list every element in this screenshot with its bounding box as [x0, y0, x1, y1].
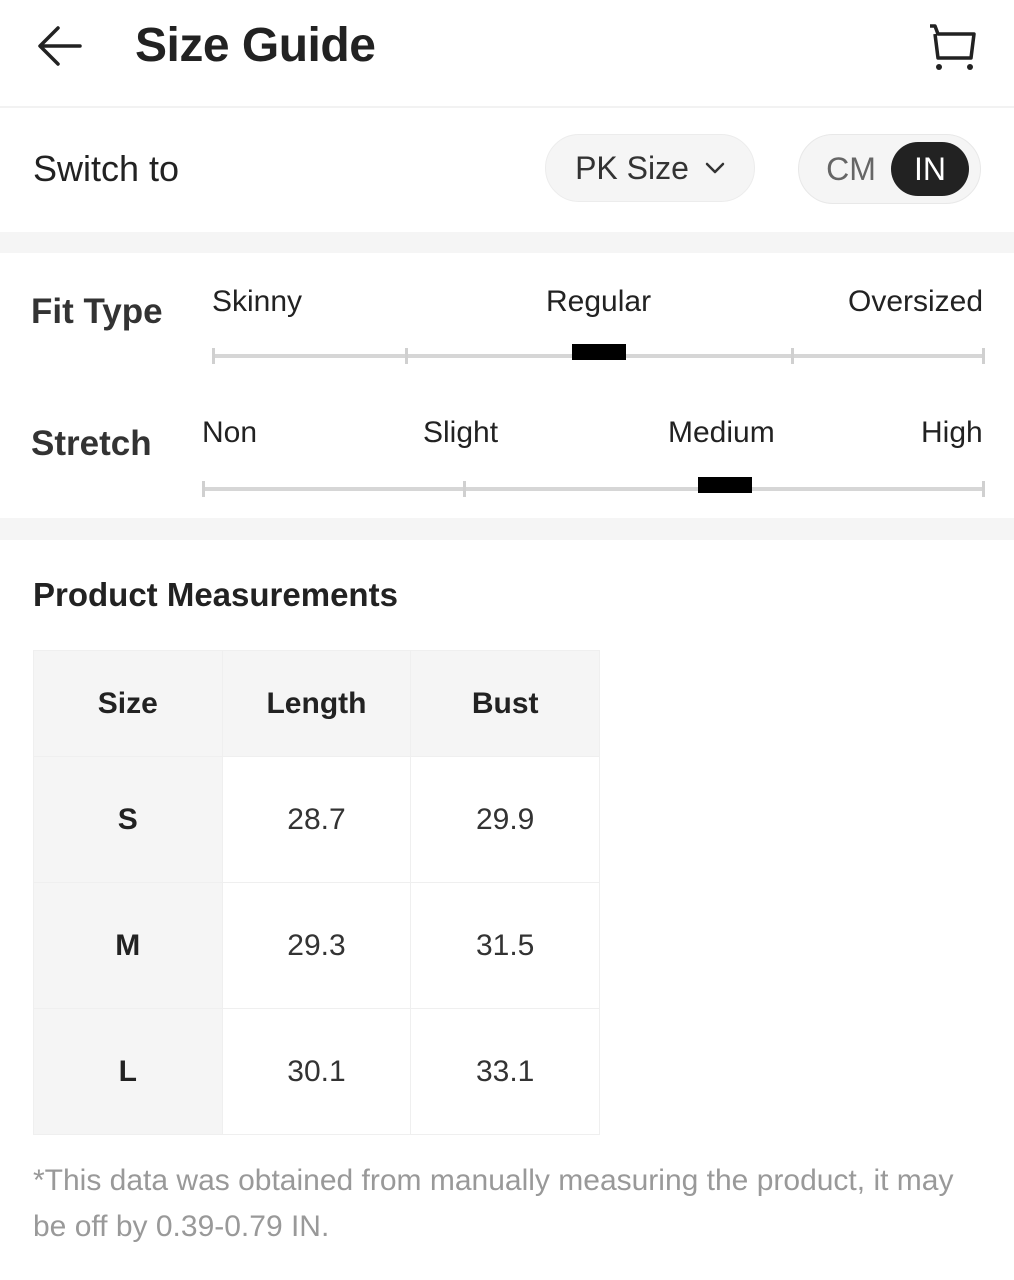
- fit-option-skinny: Skinny: [212, 285, 303, 318]
- bust-cell: 29.9: [410, 756, 600, 883]
- table-row: L 30.1 33.1: [33, 1008, 600, 1135]
- stretch-option-slight: Slight: [423, 416, 499, 449]
- header-bar: Size Guide: [0, 0, 1014, 108]
- fit-option-regular: Regular: [546, 285, 652, 318]
- unit-option-in[interactable]: IN: [891, 142, 969, 196]
- bust-cell: 33.1: [410, 1008, 600, 1135]
- stretch-option-high: High: [921, 416, 983, 449]
- fit-tick: [982, 348, 985, 364]
- fit-option-oversized: Oversized: [848, 285, 984, 318]
- section-divider: [0, 232, 1014, 253]
- size-cell: S: [33, 756, 223, 883]
- table-header-row: Size Length Bust: [33, 650, 600, 757]
- bust-cell: 31.5: [410, 882, 600, 1009]
- fit-tick: [405, 348, 408, 364]
- switch-row: Switch to PK Size CM IN: [0, 108, 1014, 232]
- table-row: S 28.7 29.9: [33, 756, 600, 883]
- column-header-length: Length: [221, 650, 412, 757]
- fit-type-indicator: [572, 344, 626, 360]
- size-cell: L: [33, 1008, 223, 1135]
- unit-toggle: CM IN: [798, 134, 981, 204]
- column-header-bust: Bust: [410, 650, 600, 757]
- stretch-tick: [982, 481, 985, 497]
- stretch-indicator: [697, 477, 752, 493]
- table-row: M 29.3 31.5: [33, 882, 600, 1009]
- size-system-value: PK Size: [575, 149, 689, 186]
- section-divider: [0, 518, 1014, 540]
- stretch-label: Stretch: [31, 424, 152, 463]
- page-title: Size Guide: [135, 19, 376, 72]
- measurement-disclaimer: *This data was obtained from manually me…: [33, 1164, 954, 1243]
- size-system-dropdown[interactable]: PK Size: [545, 134, 755, 202]
- fit-tick: [212, 348, 215, 364]
- column-header-size: Size: [33, 650, 223, 757]
- fit-tick: [791, 348, 794, 364]
- stretch-option-medium: Medium: [668, 416, 775, 449]
- stretch-track: [203, 487, 985, 491]
- chevron-down-icon: [705, 162, 725, 174]
- length-cell: 28.7: [221, 756, 412, 883]
- measurements-table: Size Length Bust S 28.7 29.9 M 29.3 31.5…: [33, 650, 600, 1135]
- stretch-option-non: Non: [202, 416, 258, 449]
- shopping-cart-icon[interactable]: [926, 22, 978, 72]
- fit-type-label: Fit Type: [31, 292, 163, 331]
- stretch-tick: [463, 481, 466, 497]
- product-measurements-title: Product Measurements: [33, 576, 398, 613]
- length-cell: 29.3: [221, 882, 412, 1009]
- length-cell: 30.1: [221, 1008, 412, 1135]
- unit-option-cm[interactable]: CM: [811, 142, 891, 196]
- arrow-left-icon[interactable]: [36, 24, 84, 68]
- stretch-tick: [202, 481, 205, 497]
- switch-to-label: Switch to: [33, 148, 180, 189]
- size-cell: M: [33, 882, 223, 1009]
